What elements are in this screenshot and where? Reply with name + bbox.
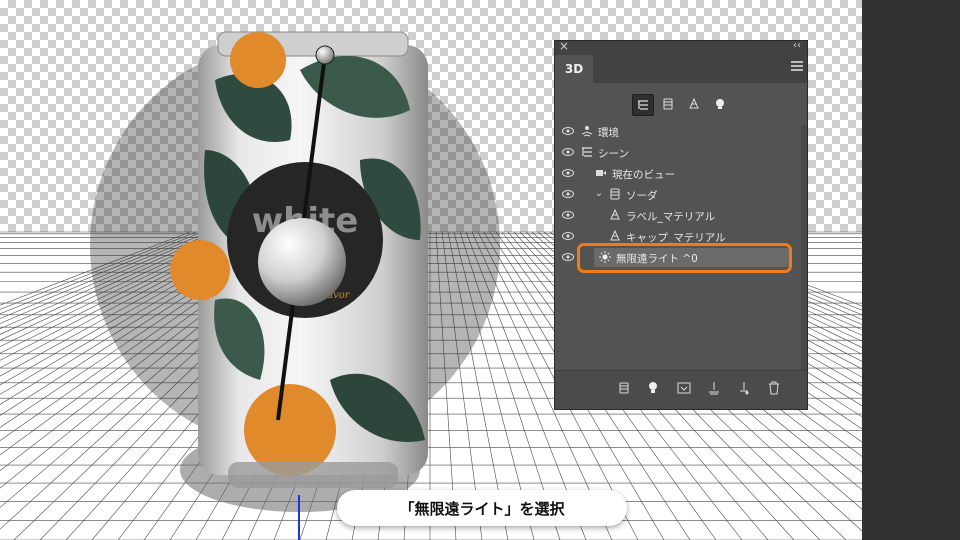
layer-label: 現在のビュー xyxy=(612,169,675,181)
new-mesh-icon[interactable] xyxy=(615,381,633,399)
visibility-eye-icon[interactable] xyxy=(562,231,574,241)
layer-label: シーン xyxy=(598,148,629,160)
instruction-caption: 「無限遠ライト」を選択 xyxy=(337,490,627,526)
layer-row[interactable]: 環境 xyxy=(555,121,795,142)
light-filter-icon[interactable] xyxy=(710,94,730,114)
trash-icon[interactable] xyxy=(765,381,783,399)
close-icon[interactable]: × xyxy=(559,39,569,53)
mesh-filter-icon[interactable] xyxy=(658,94,678,114)
light-handle-icon xyxy=(315,45,335,65)
mesh-icon xyxy=(609,188,621,200)
layer-label: 環境 xyxy=(598,127,619,139)
visibility-eye-icon[interactable] xyxy=(562,126,574,136)
filter-iconbar xyxy=(555,91,807,119)
environment-icon xyxy=(581,125,593,137)
scene-filter-icon[interactable] xyxy=(632,94,654,116)
visibility-eye-icon[interactable] xyxy=(562,252,574,262)
tab-3d[interactable]: 3D xyxy=(555,55,593,83)
anchor-icon[interactable] xyxy=(735,381,753,399)
layer-label: ソーダ xyxy=(626,190,658,202)
layer-label: ラベル_マテリアル xyxy=(626,211,716,223)
panel-menu-icon[interactable] xyxy=(791,61,803,73)
visibility-eye-icon[interactable] xyxy=(562,168,574,178)
scrollbar[interactable] xyxy=(801,125,807,375)
layer-row[interactable]: 現在のビュー xyxy=(555,163,795,184)
chevron-down-icon[interactable]: ⌄ xyxy=(593,188,605,200)
render-icon[interactable] xyxy=(675,381,693,399)
camera-icon xyxy=(595,167,607,179)
scene-icon xyxy=(581,146,593,158)
layer-row[interactable]: ⌄ ソーダ xyxy=(555,184,795,205)
material-icon xyxy=(609,229,621,242)
layer-row[interactable]: ラベル_マテリアル xyxy=(555,205,795,226)
right-dark-area xyxy=(862,0,960,540)
visibility-eye-icon[interactable] xyxy=(562,147,574,157)
panel-bottom-bar xyxy=(555,370,807,409)
panel-titlebar: × ‹‹ xyxy=(555,39,807,55)
add-light-icon[interactable] xyxy=(645,381,663,399)
collapse-icon[interactable]: ‹‹ xyxy=(793,40,801,51)
light-sphere-icon xyxy=(258,218,346,306)
layer-row[interactable]: シーン xyxy=(555,142,795,163)
material-icon xyxy=(609,208,621,221)
selection-highlight xyxy=(577,243,792,273)
3d-panel: × ‹‹ 3D 環境 シーン 現在のビュー ⌄ ソーダ ラベル_マテリアル キャップ_マテリ… xyxy=(554,39,808,410)
visibility-eye-icon[interactable] xyxy=(562,189,574,199)
visibility-eye-icon[interactable] xyxy=(562,210,574,220)
material-filter-icon[interactable] xyxy=(684,94,704,114)
ground-icon[interactable] xyxy=(705,381,723,399)
